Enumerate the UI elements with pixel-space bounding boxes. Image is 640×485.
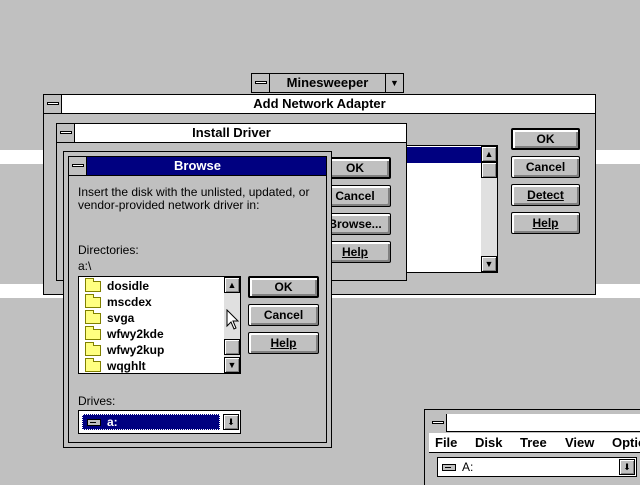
menu-options[interactable]: Optio	[612, 435, 640, 450]
menu-tree[interactable]: Tree	[520, 435, 547, 450]
file-manager-drive-value: A:	[462, 460, 474, 474]
drives-dropdown-button[interactable]: ⬇	[223, 414, 239, 430]
install-driver-system-menu[interactable]	[57, 124, 75, 142]
directory-item-label: dosidle	[107, 279, 150, 293]
file-manager-menubar: File Disk Tree View Optio	[429, 433, 640, 453]
menu-disk[interactable]: Disk	[475, 435, 502, 450]
adapter-detect-button[interactable]: Detect	[511, 184, 580, 206]
drives-selected[interactable]: a:	[82, 414, 220, 430]
floppy-drive-icon	[442, 463, 456, 471]
adapter-help-button[interactable]: Help	[511, 212, 580, 234]
minesweeper-system-menu[interactable]	[252, 74, 270, 92]
browse-cancel-button[interactable]: Cancel	[248, 304, 319, 326]
folder-icon	[85, 357, 101, 372]
browse-ok-button[interactable]: OK	[248, 276, 319, 298]
folder-icon	[85, 309, 101, 324]
menu-file[interactable]: File	[435, 435, 457, 450]
directory-item-label: wqghlt	[107, 359, 146, 373]
adapter-list-scroll-up-button[interactable]: ▲	[481, 146, 497, 162]
directories-label: Directories:	[78, 243, 139, 257]
browse-dialog: Browse Insert the disk with the unlisted…	[63, 151, 332, 448]
minesweeper-title: Minesweeper	[286, 75, 369, 90]
browse-titlebar: Browse	[69, 157, 326, 176]
folder-icon	[85, 277, 101, 292]
directory-item[interactable]: dosidle	[85, 277, 150, 294]
install-driver-title: Install Driver	[192, 125, 271, 140]
directory-scroll-down-button[interactable]: ▼	[224, 357, 240, 373]
directory-item-label: svga	[107, 311, 135, 325]
directory-item[interactable]: wfwy2kup	[85, 341, 165, 358]
adapter-list-scroll-down-button[interactable]: ▼	[481, 256, 497, 272]
browse-help-button[interactable]: Help	[248, 332, 319, 354]
install-driver-titlebar: Install Driver	[57, 124, 406, 143]
adapter-cancel-button[interactable]: Cancel	[511, 156, 580, 178]
browse-system-menu[interactable]	[69, 157, 87, 175]
directory-item[interactable]: wqghlt	[85, 357, 146, 374]
adapter-ok-button[interactable]: OK	[511, 128, 580, 150]
add-network-adapter-title: Add Network Adapter	[253, 96, 386, 111]
menu-view[interactable]: View	[565, 435, 594, 450]
file-manager-system-menu[interactable]	[429, 414, 447, 432]
folder-icon	[85, 341, 101, 356]
file-manager-drive-combobox[interactable]: A: ⬇	[437, 457, 637, 477]
folder-icon	[85, 325, 101, 340]
directory-item-label: mscdex	[107, 295, 152, 309]
drives-selected-value: a:	[107, 415, 118, 429]
add-network-adapter-titlebar: Add Network Adapter	[44, 95, 595, 114]
add-network-adapter-system-menu[interactable]	[44, 95, 62, 113]
directory-item[interactable]: svga	[85, 309, 135, 326]
drives-label: Drives:	[78, 394, 116, 408]
directory-scroll-thumb[interactable]	[224, 339, 240, 355]
mouse-pointer-icon	[226, 309, 240, 330]
file-manager-titlebar	[429, 414, 640, 432]
browse-title: Browse	[174, 158, 221, 173]
directory-item-label: wfwy2kup	[107, 343, 165, 357]
minesweeper-window[interactable]: Minesweeper ▼	[251, 73, 404, 93]
file-manager-drive-dropdown-button[interactable]: ⬇	[619, 459, 635, 475]
file-manager-window: File Disk Tree View Optio A: ⬇	[424, 409, 640, 485]
directory-item[interactable]: mscdex	[85, 293, 152, 310]
directory-list[interactable]: dosidle mscdex svga wfwy2kde wfwy2kup wqghlt …	[78, 276, 241, 374]
floppy-drive-icon	[87, 418, 101, 426]
directory-scroll-up-button[interactable]: ▲	[224, 277, 240, 293]
folder-icon	[85, 293, 101, 308]
drives-combobox[interactable]: a: ⬇	[78, 410, 241, 434]
browse-message: Insert the disk with the unlisted, updat…	[78, 185, 310, 212]
adapter-list-scroll-thumb[interactable]	[481, 162, 497, 178]
directory-item-label: wfwy2kde	[107, 327, 164, 341]
directory-item[interactable]: wfwy2kde	[85, 325, 164, 342]
current-path: a:\	[78, 259, 92, 273]
minesweeper-restore-button[interactable]: ▼	[385, 74, 403, 92]
